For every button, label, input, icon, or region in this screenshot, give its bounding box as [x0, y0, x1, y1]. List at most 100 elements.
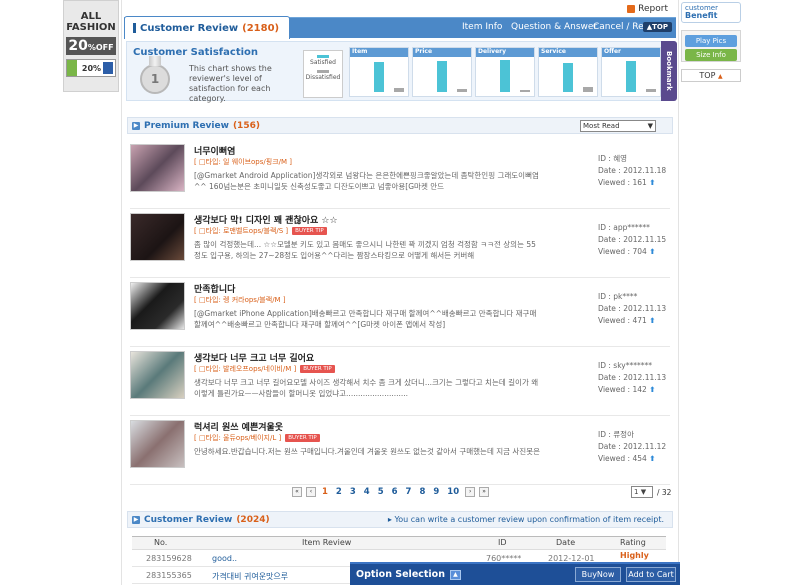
first-page-icon[interactable]: «: [292, 487, 302, 497]
premium-review-item[interactable]: 만족합니다[ □타입: 렝 커라ops/블랙/M ] [@Gmarket iPho…: [130, 279, 670, 347]
page-total: / 32: [657, 488, 672, 497]
page-select[interactable]: 1 ▼: [631, 486, 653, 498]
page-2[interactable]: 2: [334, 487, 344, 497]
review-views: Viewed : 471 ⬆: [598, 316, 656, 325]
report-link[interactable]: Report: [627, 4, 668, 14]
arrow-up-icon: ⬆: [649, 316, 656, 325]
option-selection-title[interactable]: Option Selection: [350, 569, 445, 580]
buy-now-button[interactable]: BuyNow: [575, 567, 621, 582]
review-option: [ □타입: 로맨벨트ops/블랙/S ] BUYER TIP: [194, 226, 327, 236]
side-top-button[interactable]: TOP ▲: [681, 69, 741, 82]
review-option: [ □타입: 일 웨이브ops/핑크/M ]: [194, 158, 292, 166]
review-meta: ID : sky******* Date : 2012.11.13 Viewed :…: [598, 360, 666, 396]
page-9[interactable]: 9: [431, 487, 441, 497]
review-date: Date : 2012.11.12: [598, 442, 667, 451]
review-title[interactable]: 만족합니다: [194, 282, 235, 295]
bookmark-tab[interactable]: Bookmark: [661, 41, 677, 101]
page-4[interactable]: 4: [362, 487, 372, 497]
customer-review-header: ▶ Customer Review (2024) ▸ You can write…: [127, 511, 673, 528]
review-title[interactable]: 럭셔리 원쓰 예쁜겨울옷: [194, 420, 283, 433]
review-author: ID : sky*******: [598, 361, 652, 370]
tab-question-answer[interactable]: Question & Answer: [511, 22, 597, 32]
review-date: Date : 2012.11.13: [598, 373, 667, 382]
review-views: Viewed : 454 ⬆: [598, 454, 656, 463]
review-author: ID : 혜영: [598, 154, 628, 163]
top-button[interactable]: ▲TOP: [642, 22, 672, 32]
premium-review-item[interactable]: 너무이뻐염[ □타입: 일 웨이브ops/핑크/M ] [@Gmarket And…: [130, 141, 670, 209]
chart-category-label: Service: [539, 48, 597, 57]
prev-page-icon[interactable]: ‹: [306, 487, 316, 497]
customer-satisfaction-box: Customer Satisfaction 1 This chart shows…: [126, 41, 663, 103]
review-thumbnail[interactable]: [130, 420, 185, 468]
size-info-button[interactable]: Size Info: [685, 49, 737, 61]
review-title[interactable]: 생각보다 막! 디자인 꽤 괜찮아요 ☆☆: [194, 213, 338, 226]
premium-review-item[interactable]: 생각보다 너무 크고 너무 길어요[ □타입: 발레오프ops/네이비/M ] B…: [130, 348, 670, 416]
row-number: 283155365: [146, 571, 192, 580]
review-option: [ □타입: 발레오프ops/네이비/M ] BUYER TIP: [194, 364, 335, 374]
option-selection-bar: Option Selection ▲ BuyNow Add to Cart: [350, 562, 680, 585]
review-table-header: No. Item Review ID Date Rating: [132, 536, 666, 550]
customer-benefit-link[interactable]: customer Benefit: [681, 2, 741, 23]
last-page-icon[interactable]: »: [479, 487, 490, 497]
add-to-cart-button[interactable]: Add to Cart: [626, 567, 676, 582]
tab-item-info[interactable]: Item Info: [462, 22, 502, 32]
legend-satisfied: Satisfied: [310, 59, 336, 66]
ad-coupon: 20%: [66, 59, 116, 77]
next-page-icon[interactable]: ›: [465, 487, 476, 497]
page-5[interactable]: 5: [376, 487, 386, 497]
bar-satisfied: [626, 61, 636, 92]
chevron-up-icon[interactable]: ▲: [449, 569, 461, 580]
review-body[interactable]: 생각보다 너무 크고 너무 길어요모델 사이즈 생각해서 치수 좀 크게 샀더니…: [194, 377, 542, 399]
sort-select[interactable]: Most Read ▼: [580, 120, 656, 132]
premium-review-item[interactable]: 생각보다 막! 디자인 꽤 괜찮아요 ☆☆[ □타입: 로맨벨트ops/블랙/S…: [130, 210, 670, 278]
page-1[interactable]: 1: [320, 487, 330, 497]
arrow-up-icon: ⬆: [649, 385, 656, 394]
review-thumbnail[interactable]: [130, 282, 185, 330]
bar-dissatisfied: [457, 89, 467, 92]
chart-category-label: Offer: [602, 48, 660, 57]
review-thumbnail[interactable]: [130, 144, 185, 192]
left-fashion-ad[interactable]: ALL FASHION 20%OFF 20%: [63, 0, 119, 92]
satisfaction-legend: Satisfied Dissatisfied: [303, 50, 343, 98]
tab-customer-review[interactable]: Customer Review (2180): [124, 16, 291, 39]
page-3[interactable]: 3: [348, 487, 358, 497]
review-date: Date : 2012.11.18: [598, 166, 667, 175]
review-body[interactable]: [@Gmarket Android Application]생각외로 넘왕다는 …: [194, 170, 542, 192]
page-6[interactable]: 6: [390, 487, 400, 497]
review-body[interactable]: [@Gmarket iPhone Application]배송빠르고 만족합니다…: [194, 308, 542, 330]
review-views: Viewed : 142 ⬆: [598, 385, 656, 394]
review-views: Viewed : 704 ⬆: [598, 247, 656, 256]
tab-bar: Customer Review (2180) Item Info Questio…: [124, 16, 676, 39]
review-author: ID : 류정아: [598, 430, 634, 439]
pagination: « ‹ 1 2 3 4 5 6 7 8 9 10 ›»: [292, 487, 490, 497]
chart-category-label: Price: [413, 48, 471, 57]
chart-category-label: Item: [350, 48, 408, 57]
review-title[interactable]: 너무이뻐염: [194, 144, 235, 157]
row-number: 283159628: [146, 554, 192, 563]
legend-dissatisfied-swatch: [317, 70, 329, 73]
review-thumbnail[interactable]: [130, 213, 185, 261]
row-review-link[interactable]: good..: [212, 554, 237, 563]
satisfaction-description: This chart shows the reviewer's level of…: [189, 64, 272, 103]
buyer-tip-badge: BUYER TIP: [300, 365, 335, 373]
legend-satisfied-swatch: [317, 55, 329, 58]
review-option: [ □타입: 렝 커라ops/블랙/M ]: [194, 296, 286, 304]
chart-delivery: Delivery: [475, 47, 535, 97]
medal-icon: 1: [140, 56, 170, 94]
page-10[interactable]: 10: [445, 487, 461, 497]
tab-marker-icon: [133, 23, 136, 33]
coupon-blue-icon: [103, 62, 113, 74]
review-body[interactable]: 좀 많이 걱정했는데... ☆☆모델분 키도 있고 몸매도 좋으시니 나한텐 꽉…: [194, 239, 542, 261]
play-pics-button[interactable]: Play Pics: [685, 35, 737, 47]
page-7[interactable]: 7: [404, 487, 414, 497]
page-8[interactable]: 8: [417, 487, 427, 497]
review-meta: ID : 혜영 Date : 2012.11.18 Viewed : 161 ⬆: [598, 153, 666, 189]
review-thumbnail[interactable]: [130, 351, 185, 399]
review-body[interactable]: 안녕하세요.반갑습니다.저는 원쓰 구매입니다.겨울인데 겨울옷 원쓰도 없는것…: [194, 446, 542, 468]
chart-item: Item: [349, 47, 409, 97]
row-review-link[interactable]: 가격대비 귀여운맛으루: [212, 571, 288, 582]
bar-dissatisfied: [520, 89, 530, 92]
review-title[interactable]: 생각보다 너무 크고 너무 길어요: [194, 351, 314, 364]
premium-review-item[interactable]: 럭셔리 원쓰 예쁜겨울옷[ □타입: 울듀ops/베이지/L ] BUYER TI…: [130, 417, 670, 485]
bar-dissatisfied: [583, 86, 593, 92]
